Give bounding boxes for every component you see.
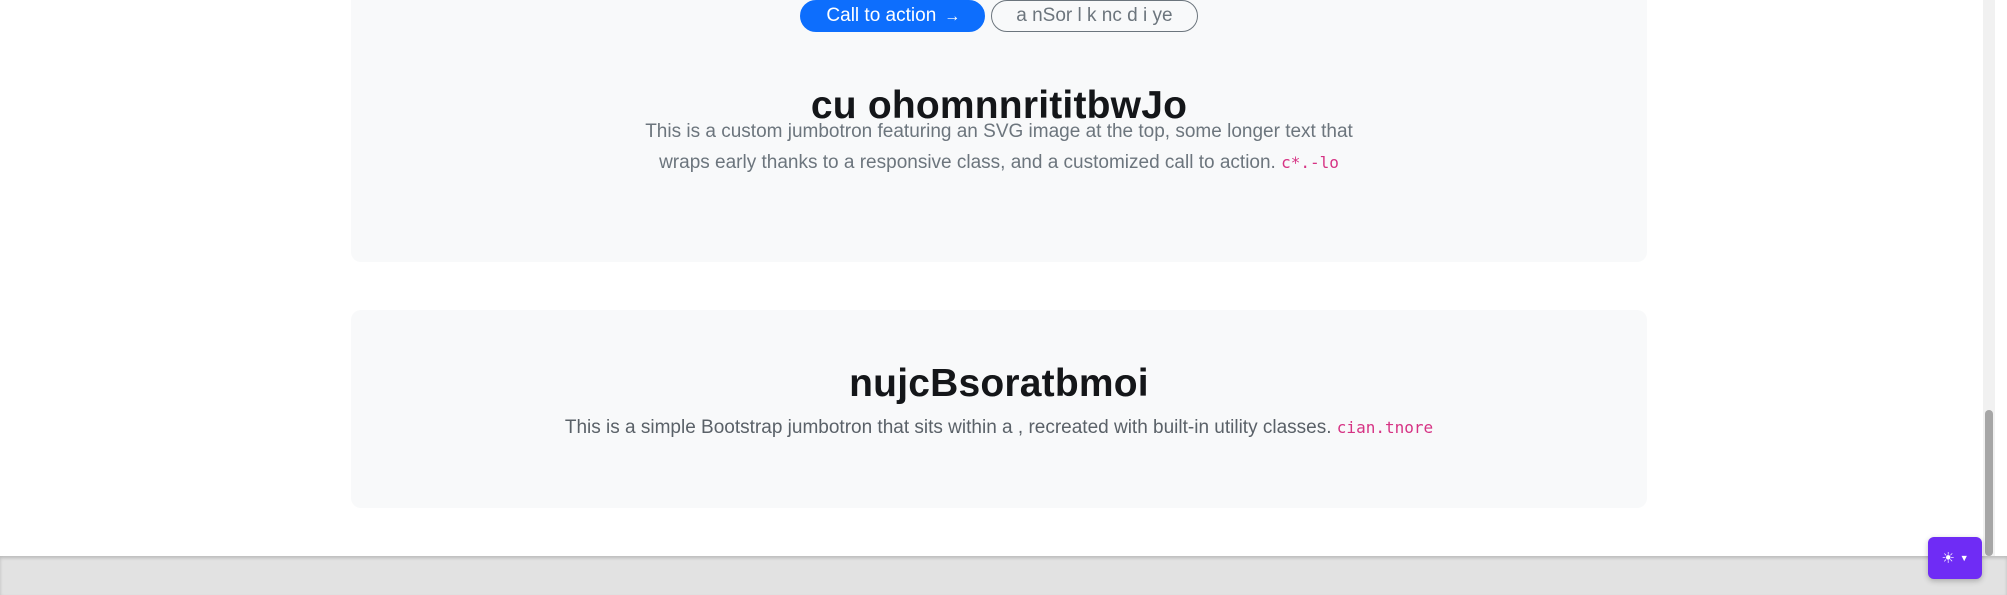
call-to-action-button[interactable]: Call to action → [800,0,986,32]
sun-icon: ☀ [1941,549,1955,567]
secondary-button[interactable]: a nSor l k nc d i ye [991,0,1198,32]
custom-jumbotron: Call to action → a nSor l k nc d i ye cu o… [351,0,1647,262]
simple-jumbotron: nujcBsoratbmoi This is a simple Bootstra… [351,310,1647,508]
simple-jumbotron-title: nujcBsoratbmoi [849,362,1149,405]
caret-down-icon: ▼ [1959,552,1969,563]
simple-jumbotron-code: cian.tnore [1336,418,1434,437]
arrow-right-icon: → [944,8,961,25]
scrollbar-thumb[interactable] [1985,410,1993,556]
simple-jumbotron-lead-text: This is a simple Bootstrap jumbotron tha… [564,417,1332,438]
bottom-bar [0,556,2007,595]
simple-jumbotron-lead: This is a simple Bootstrap jumbotron tha… [351,412,1647,443]
custom-jumbotron-lead: This is a custom jumbotron featuring an … [624,116,1374,178]
theme-toggle-button[interactable]: ☀ ▼ [1928,537,1982,579]
call-to-action-label: Call to action [826,5,937,26]
secondary-button-label: a nSor l k nc d i ye [1016,5,1173,26]
cta-button-row: Call to action → a nSor l k nc d i ye [351,0,1647,32]
vertical-scrollbar[interactable] [1983,0,1995,556]
page-viewport: Call to action → a nSor l k nc d i ye cu o… [0,0,1995,556]
custom-jumbotron-lead-text: This is a custom jumbotron featuring an … [645,121,1353,173]
custom-jumbotron-code: c*.-lo [1281,153,1339,172]
